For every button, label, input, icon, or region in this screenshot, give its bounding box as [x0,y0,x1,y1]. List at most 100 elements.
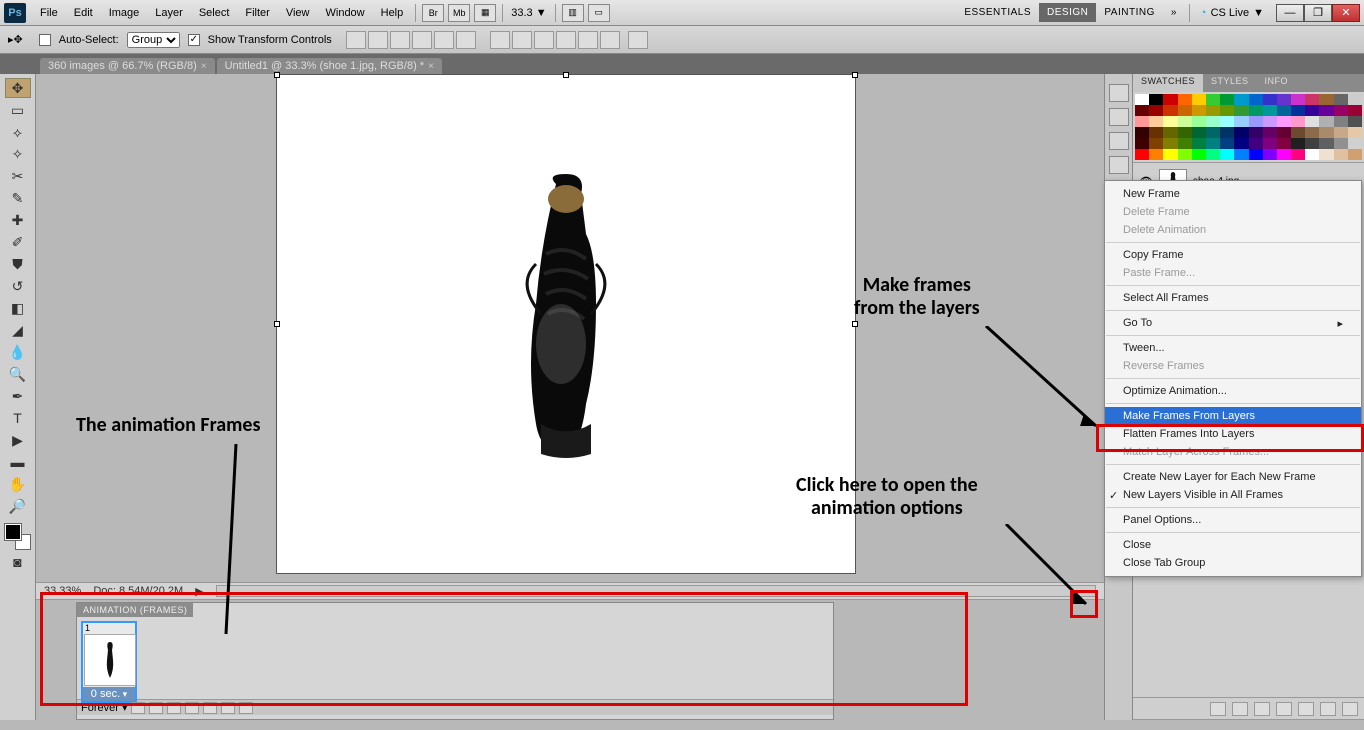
swatch[interactable] [1305,127,1319,138]
swatch[interactable] [1334,105,1348,116]
dodge-tool[interactable]: 🔍 [5,364,31,384]
dock-icon[interactable] [1109,156,1129,174]
window-minimize-button[interactable]: — [1276,4,1304,22]
play-button[interactable] [167,702,181,714]
align-bottom-button[interactable] [390,31,410,49]
swatch[interactable] [1135,105,1149,116]
duplicate-frame-button[interactable] [221,702,235,714]
wand-tool[interactable]: ✧ [5,144,31,164]
dock-icon[interactable] [1109,108,1129,126]
next-frame-button[interactable] [185,702,199,714]
minibridge-button[interactable]: Mb [448,4,470,22]
swatch[interactable] [1334,116,1348,127]
menu-goto[interactable]: Go To▸ [1105,314,1361,332]
prev-frame-button[interactable] [149,702,163,714]
swatch[interactable] [1319,94,1333,105]
dist-hcenter-button[interactable] [578,31,598,49]
dist-right-button[interactable] [600,31,620,49]
menu-close[interactable]: Close [1105,536,1361,554]
layer-style-button[interactable] [1232,702,1248,716]
swatch[interactable] [1149,105,1163,116]
menu-tween[interactable]: Tween... [1105,339,1361,357]
swatch[interactable] [1178,127,1192,138]
menu-image[interactable]: Image [101,3,148,23]
swatch[interactable] [1163,127,1177,138]
swatch[interactable] [1291,116,1305,127]
auto-align-button[interactable] [628,31,648,49]
menu-select-all-frames[interactable]: Select All Frames [1105,289,1361,307]
swatch[interactable] [1206,116,1220,127]
swatch[interactable] [1234,138,1248,149]
heal-tool[interactable]: ✚ [5,210,31,230]
swatch[interactable] [1234,94,1248,105]
eyedropper-tool[interactable]: ✎ [5,188,31,208]
swatch[interactable] [1249,94,1263,105]
menu-help[interactable]: Help [373,3,412,23]
align-left-button[interactable] [412,31,432,49]
swatch[interactable] [1249,127,1263,138]
swatch[interactable] [1319,116,1333,127]
swatch[interactable] [1163,149,1177,160]
swatch[interactable] [1334,94,1348,105]
swatch[interactable] [1263,94,1277,105]
horizontal-scrollbar[interactable] [216,585,1096,597]
auto-select-checkbox[interactable] [39,34,51,46]
dock-icon[interactable] [1109,84,1129,102]
swatch[interactable] [1163,94,1177,105]
animation-panel-tab[interactable]: ANIMATION (FRAMES) [77,603,193,617]
swatch[interactable] [1319,138,1333,149]
zoom-tool[interactable]: 🔎 [5,496,31,516]
transform-handle[interactable] [852,321,858,327]
menu-new-frame[interactable]: New Frame [1105,185,1361,203]
swatch[interactable] [1249,116,1263,127]
frame-duration[interactable]: 0 sec. ▾ [83,687,135,701]
swatch[interactable] [1192,149,1206,160]
dist-left-button[interactable] [556,31,576,49]
swatch[interactable] [1291,127,1305,138]
swatch[interactable] [1206,127,1220,138]
status-doc-size[interactable]: Doc: 8.54M/20.2M [93,585,183,597]
swatch[interactable] [1277,105,1291,116]
menu-panel-options[interactable]: Panel Options... [1105,511,1361,529]
swatch[interactable] [1178,138,1192,149]
dock-icon[interactable] [1109,132,1129,150]
delete-frame-button[interactable] [239,702,253,714]
screen-mode-button[interactable]: ▦ [474,4,496,22]
close-icon[interactable]: × [428,61,434,72]
menu-view[interactable]: View [278,3,318,23]
gradient-tool[interactable]: ◢ [5,320,31,340]
document-canvas[interactable] [276,74,856,574]
swatch[interactable] [1249,149,1263,160]
swatch[interactable] [1135,138,1149,149]
swatch[interactable] [1220,116,1234,127]
window-restore-button[interactable]: ❐ [1304,4,1332,22]
workspace-essentials[interactable]: ESSENTIALS [956,3,1039,22]
shape-tool[interactable]: ▬ [5,452,31,472]
swatch[interactable] [1348,138,1362,149]
swatch[interactable] [1149,127,1163,138]
swatch[interactable] [1220,94,1234,105]
pen-tool[interactable]: ✒ [5,386,31,406]
document-tab-2[interactable]: Untitled1 @ 33.3% (shoe 1.jpg, RGB/8) *× [217,58,442,74]
swatch[interactable] [1305,138,1319,149]
swatch[interactable] [1334,149,1348,160]
move-tool[interactable]: ✥ [5,78,31,98]
quickmask-button[interactable]: ◙ [5,552,31,572]
animation-frame-1[interactable]: 1 0 sec. ▾ [81,621,137,703]
swatch[interactable] [1149,94,1163,105]
brush-tool[interactable]: ✐ [5,232,31,252]
align-right-button[interactable] [456,31,476,49]
swatch[interactable] [1305,94,1319,105]
loop-dropdown[interactable]: Forever ▾ [81,701,127,714]
swatch[interactable] [1135,116,1149,127]
stamp-tool[interactable]: ⛊ [5,254,31,274]
swatch[interactable] [1334,127,1348,138]
window-close-button[interactable]: ✕ [1332,4,1360,22]
swatch[interactable] [1249,138,1263,149]
swatch[interactable] [1334,138,1348,149]
transform-handle[interactable] [274,321,280,327]
menu-filter[interactable]: Filter [237,3,277,23]
menu-select[interactable]: Select [191,3,238,23]
bridge-button[interactable]: Br [422,4,444,22]
dist-vcenter-button[interactable] [512,31,532,49]
